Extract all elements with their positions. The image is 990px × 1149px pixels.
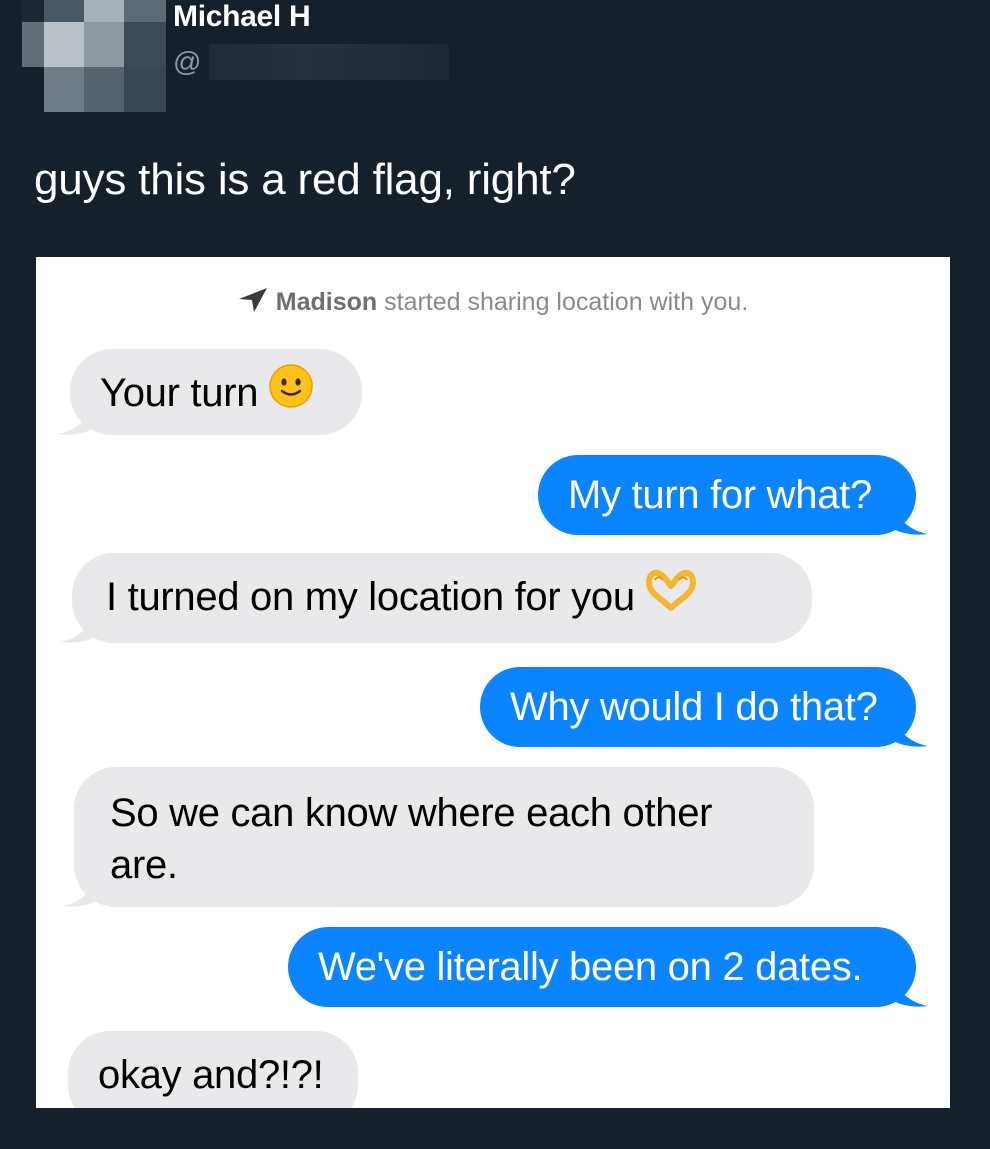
slightly-smiling-face-icon (268, 363, 314, 422)
heart-hands-icon (645, 568, 697, 625)
location-arrow-icon (238, 287, 268, 320)
message-text: My turn for what? (568, 473, 872, 517)
handle-redacted (209, 44, 450, 80)
bubble-tail-incoming (62, 879, 96, 907)
message-bubble-outgoing[interactable]: We've literally been on 2 dates. (288, 927, 916, 1007)
message-bubble-outgoing[interactable]: Why would I do that? (480, 667, 916, 747)
bubble-tail-incoming (60, 615, 94, 643)
message-text: okay and?!?! (98, 1053, 324, 1097)
message-bubble-incoming[interactable]: Your turn (70, 349, 362, 435)
message-text: Why would I do that? (510, 685, 878, 729)
note-sender: Madison (275, 288, 378, 316)
bubble-tail-outgoing (894, 979, 928, 1007)
message-bubble-outgoing[interactable]: My turn for what? (538, 455, 916, 535)
bubble-tail-incoming (58, 407, 92, 435)
message-bubble-incoming[interactable]: okay and?!?! (68, 1031, 358, 1108)
bubble-tail-outgoing (894, 719, 928, 747)
message-text: Your turn (100, 371, 259, 416)
message-text-line: So we can know where each other (110, 791, 713, 835)
avatar-pixelated[interactable] (22, 0, 166, 112)
tweet-text: guys this is a red flag, right? (34, 155, 576, 204)
message-bubble-incoming[interactable]: So we can know where each other are. (74, 767, 814, 907)
handle-prefix: @ (173, 46, 202, 77)
message-text: I turned on my location for you (106, 575, 635, 620)
message-text-line: are. (110, 843, 178, 887)
author-name[interactable]: Michael H (173, 0, 311, 34)
tweet-card: Michael H @ guys this is a red flag, rig… (0, 0, 990, 1149)
message-bubble-incoming[interactable]: I turned on my location for you (72, 553, 812, 643)
location-sharing-note: Madison started sharing location with yo… (36, 287, 950, 320)
attached-screenshot[interactable]: Madison started sharing location with yo… (36, 257, 950, 1108)
author-handle[interactable]: @ (173, 44, 450, 80)
message-text: We've literally been on 2 dates. (318, 945, 863, 989)
bubble-tail-outgoing (894, 507, 928, 535)
note-text: started sharing location with you. (377, 288, 749, 316)
